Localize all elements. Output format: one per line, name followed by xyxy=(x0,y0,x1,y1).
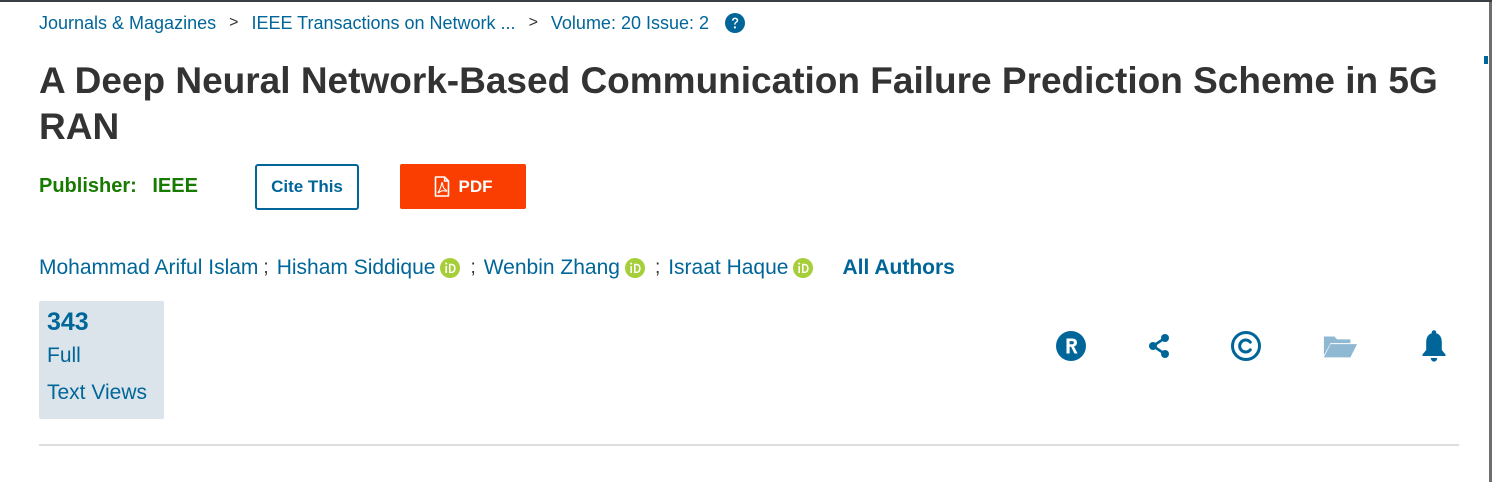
author-link[interactable]: Mohammad Ariful Islam xyxy=(39,256,258,280)
pdf-button[interactable]: PDF xyxy=(400,164,526,209)
section-divider xyxy=(39,444,1459,446)
breadcrumb-issue-link[interactable]: Volume: 20 Issue: 2 xyxy=(551,12,709,34)
publisher-label: Publisher: xyxy=(39,175,137,197)
orcid-icon[interactable] xyxy=(624,258,645,278)
copyright-button[interactable] xyxy=(1228,328,1264,364)
breadcrumb-journals-link[interactable]: Journals & Magazines xyxy=(39,12,216,34)
breadcrumb-separator: > xyxy=(528,14,538,31)
rights-icon xyxy=(1056,331,1086,361)
orcid-icon[interactable] xyxy=(793,258,814,278)
scroll-indicator xyxy=(1484,56,1488,64)
publisher-name: IEEE xyxy=(152,175,198,197)
copyright-icon xyxy=(1231,331,1261,361)
page-title: A Deep Neural Network-Based Communicatio… xyxy=(39,60,1438,147)
breadcrumb-publication-link[interactable]: IEEE Transactions on Network ... xyxy=(251,12,515,34)
author-separator: ; xyxy=(470,257,476,278)
author-link[interactable]: Hisham Siddique xyxy=(277,256,436,280)
cite-this-label: Cite This xyxy=(271,177,343,196)
author-list: Mohammad Ariful Islam ; Hisham Siddique … xyxy=(39,256,955,280)
help-icon[interactable] xyxy=(725,13,746,33)
share-icon xyxy=(1149,334,1169,358)
article-toolbar xyxy=(0,328,1492,368)
folder-icon xyxy=(1323,336,1358,358)
rights-permissions-button[interactable] xyxy=(1053,328,1089,364)
author-link[interactable]: Wenbin Zhang xyxy=(484,256,620,280)
orcid-icon[interactable] xyxy=(440,258,461,278)
save-to-folder-button[interactable] xyxy=(1322,328,1358,364)
author-separator: ; xyxy=(263,257,269,278)
breadcrumb-separator: > xyxy=(229,14,239,31)
pdf-icon xyxy=(434,176,449,197)
all-authors-link[interactable]: All Authors xyxy=(842,256,954,280)
pdf-label: PDF xyxy=(458,176,493,196)
author-separator: ; xyxy=(654,257,661,278)
cite-this-button[interactable]: Cite This xyxy=(255,164,359,210)
author-link[interactable]: Israat Haque xyxy=(668,256,788,280)
alerts-button[interactable] xyxy=(1416,328,1452,364)
breadcrumb: Journals & Magazines > IEEE Transactions… xyxy=(39,12,746,34)
alert-bell-icon xyxy=(1422,330,1446,362)
share-button[interactable] xyxy=(1141,328,1177,364)
top-border xyxy=(0,0,1492,2)
views-label-line2: Text Views xyxy=(47,381,147,404)
publisher: Publisher: IEEE xyxy=(39,175,198,198)
